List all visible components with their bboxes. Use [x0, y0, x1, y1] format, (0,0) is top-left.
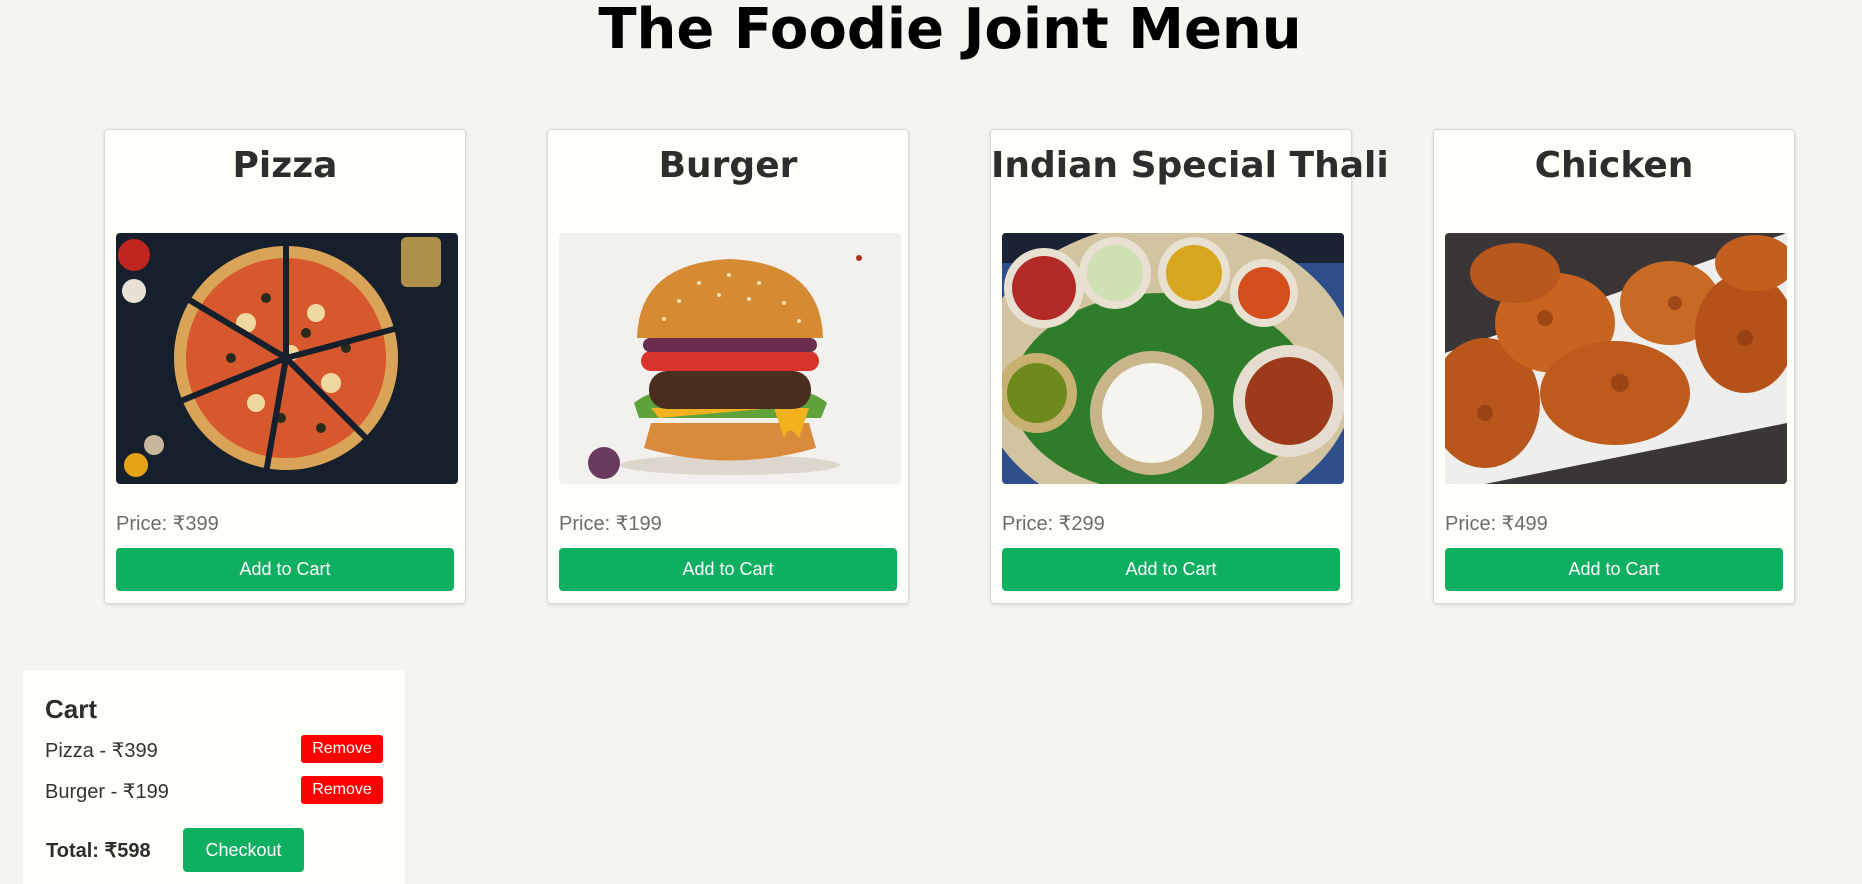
- cart-item-label: Burger - ₹199: [45, 781, 169, 803]
- fried-chicken-image: [1445, 233, 1787, 484]
- add-to-cart-button[interactable]: Add to Cart: [116, 548, 454, 591]
- pizza-image: [116, 233, 458, 484]
- remove-button[interactable]: Remove: [301, 776, 383, 804]
- card-title: Indian Special Thali: [991, 145, 1389, 186]
- card-title: Chicken: [1534, 145, 1694, 186]
- menu-grid: Pizza Price: ₹399 Add to Cart Burger Pri…: [104, 129, 1796, 604]
- cart-item-label: Pizza - ₹399: [45, 740, 158, 762]
- cart-total: Total: ₹598: [46, 840, 151, 862]
- price-label: Price: ₹499: [1445, 513, 1548, 535]
- cart-item: Burger - ₹199 Remove: [45, 776, 383, 806]
- card-title: Burger: [658, 145, 798, 186]
- menu-card-burger: Burger Price: ₹199 Add to Cart: [547, 129, 909, 604]
- page-title: The Foodie Joint Menu: [598, 0, 1302, 62]
- price-label: Price: ₹299: [1002, 513, 1105, 535]
- remove-button[interactable]: Remove: [301, 735, 383, 763]
- cart-panel: Cart Pizza - ₹399 Remove Burger - ₹199 R…: [23, 670, 405, 884]
- price-label: Price: ₹399: [116, 513, 219, 535]
- add-to-cart-button[interactable]: Add to Cart: [1002, 548, 1340, 591]
- burger-image: [559, 233, 901, 484]
- add-to-cart-button[interactable]: Add to Cart: [1445, 548, 1783, 591]
- cart-title: Cart: [45, 694, 98, 724]
- thali-image: [1002, 233, 1344, 484]
- price-label: Price: ₹199: [559, 513, 662, 535]
- menu-card-pizza: Pizza Price: ₹399 Add to Cart: [104, 129, 466, 604]
- checkout-button[interactable]: Checkout: [183, 828, 304, 872]
- menu-card-chicken: Chicken Price: ₹499 Add to Cart: [1433, 129, 1795, 604]
- add-to-cart-button[interactable]: Add to Cart: [559, 548, 897, 591]
- card-title: Pizza: [232, 145, 338, 186]
- cart-item: Pizza - ₹399 Remove: [45, 735, 383, 765]
- menu-card-thali: Indian Special Thali Price: ₹299 Add to …: [990, 129, 1389, 604]
